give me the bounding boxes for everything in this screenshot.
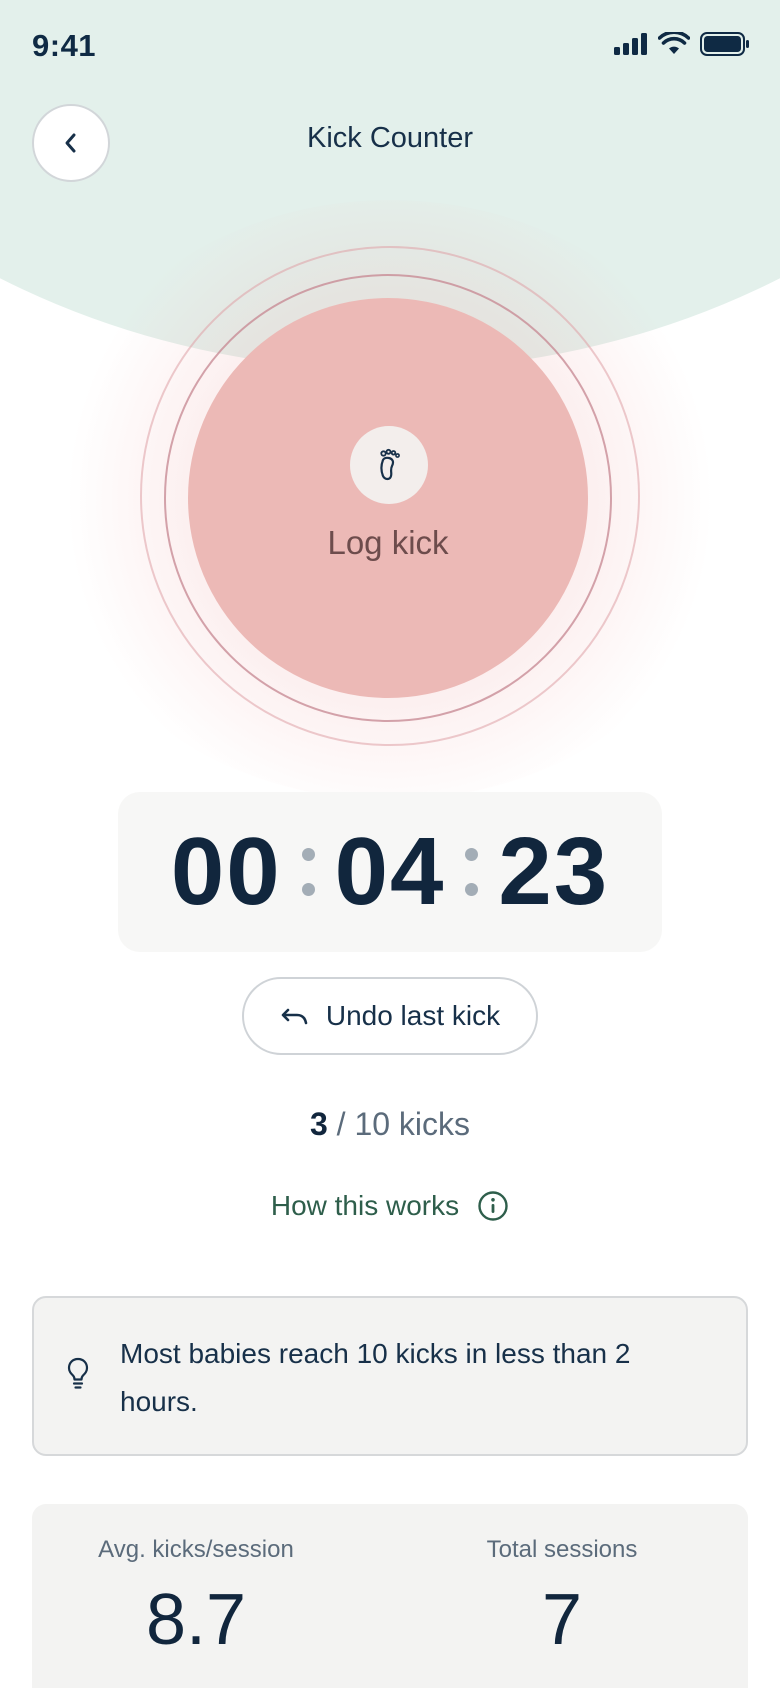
undo-label: Undo last kick <box>325 1000 501 1031</box>
avg-kicks-value: 8.7 <box>145 1580 247 1660</box>
timer-seconds: 23 <box>498 818 610 925</box>
stats-card: Avg. kicks/session 8.7 Total sessions 7 <box>32 1504 748 1688</box>
status-bar: 9:41 <box>0 0 780 92</box>
total-sessions-value: 7 <box>541 1580 583 1660</box>
foot-icon <box>380 448 400 481</box>
timer-hours: 00 <box>170 818 282 925</box>
total-sessions-label: Total sessions <box>486 1536 638 1563</box>
signal-icon <box>614 33 647 55</box>
info-icon <box>478 1191 508 1221</box>
status-time: 9:41 <box>32 28 97 63</box>
log-kick-label: Log kick <box>327 524 449 561</box>
foot-icon-badge <box>350 426 428 504</box>
kick-progress: 3 / 10 kicks <box>0 1106 780 1143</box>
lightbulb-icon <box>67 1357 89 1389</box>
kick-current-count: 3 <box>309 1106 328 1142</box>
kick-goal-text: / 10 kicks <box>327 1106 471 1142</box>
log-kick-button[interactable]: Log kick <box>188 298 588 698</box>
session-timer: 00 04 23 <box>118 792 662 952</box>
wifi-icon <box>658 32 690 54</box>
kick-counter-screen: 9:41 Kick Counter Log kick 00 04 23 Undo… <box>0 0 780 1688</box>
page-title: Kick Counter <box>306 122 473 154</box>
avg-kicks-label: Avg. kicks/session <box>98 1536 294 1563</box>
battery-icon <box>700 32 749 56</box>
timer-separator <box>301 848 315 896</box>
timer-separator <box>465 848 479 896</box>
tip-card: Most babies reach 10 kicks in less than … <box>32 1296 748 1456</box>
timer-minutes: 04 <box>334 818 446 925</box>
how-this-works-link[interactable]: How this works <box>0 1190 780 1222</box>
status-icons <box>614 32 750 56</box>
undo-last-kick-button[interactable]: Undo last kick <box>242 977 538 1055</box>
undo-arrow-icon <box>281 1008 308 1025</box>
tip-text: Most babies reach 10 kicks in less than … <box>120 1338 631 1417</box>
how-this-works-label: How this works <box>270 1190 460 1221</box>
